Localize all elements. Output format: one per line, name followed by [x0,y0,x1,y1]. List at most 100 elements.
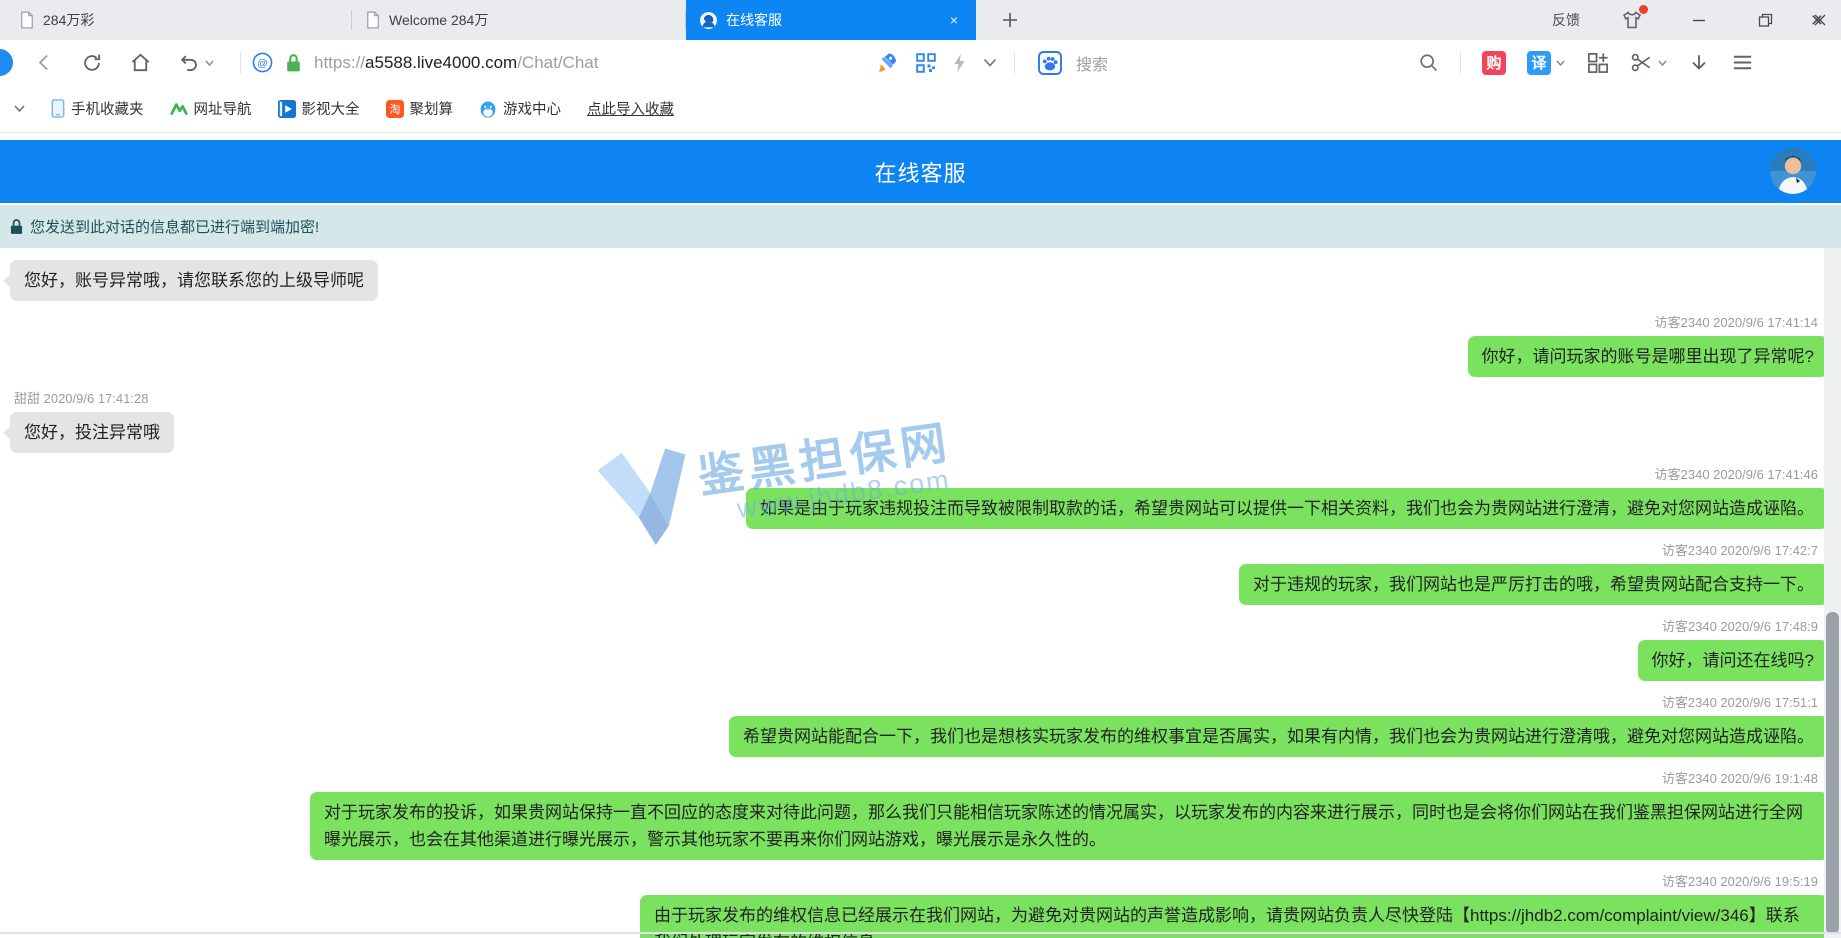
qr-code-icon[interactable] [916,53,936,73]
url-text[interactable]: https://a5588.live4000.com/Chat/Chat [314,53,598,73]
chevron-down-icon [1556,60,1565,66]
chat-bubble: 您好，投注异常哦 [10,412,174,453]
undo-button[interactable] [178,52,214,74]
home-button[interactable] [129,51,152,74]
input-area-divider [0,932,1841,934]
rocket-boost-icon[interactable] [876,51,899,74]
chat-bubble: 希望贵网站能配合一下，我们也是想核实玩家发布的维权事宜是否属实，如果有内情，我们… [729,716,1828,757]
shopping-button[interactable]: 购 [1482,51,1506,75]
refresh-button[interactable] [81,52,103,74]
address-action-group [876,40,1015,85]
download-icon[interactable] [1688,52,1710,74]
scrollbar-thumb[interactable] [1826,612,1839,934]
message-timestamp: 访客2340 2020/9/6 17:41:14 [10,315,1828,331]
extensions-icon[interactable] [1586,51,1609,74]
taobao-icon: 淘 [386,100,404,118]
encryption-notice-bar: 您发送到此对话的信息都已进行端到端加密! [0,205,1841,248]
back-button[interactable] [34,52,55,73]
game-icon [479,100,497,118]
message-timestamp: 访客2340 2020/9/6 17:48:9 [10,619,1828,635]
chat-message-row: 访客2340 2020/9/6 19:5:19由于玩家发布的维权信息已经展示在我… [10,874,1828,938]
message-timestamp: 甜甜 2020/9/6 17:41:28 [10,391,1828,407]
tab-label: 284万彩 [43,10,94,30]
chat-message-row: 访客2340 2020/9/6 17:41:14 你好，请问玩家的账号是哪里出现了… [10,315,1828,377]
tab-bar: 284万彩 Welcome 284万 在线客服 × 反馈 [0,0,1841,40]
encryption-notice-text: 您发送到此对话的信息都已进行端到端加密! [30,216,319,237]
secure-lock-icon[interactable] [285,52,302,73]
nav-2345-icon [170,100,188,118]
service-agent-avatar [1770,148,1816,194]
baidu-paw-icon [1038,51,1062,75]
chat-bubble: 对于违规的玩家，我们网站也是严厉打击的哦，希望贵网站配合支持一下。 [1239,564,1828,605]
chat-message-area: 您好，账号异常哦，请您联系您的上级导师呢访客2340 2020/9/6 17:4… [0,248,1841,938]
flash-speed-icon[interactable] [953,53,966,73]
bookmark-label: 点此导入收藏 [587,98,674,119]
bookmarks-chevron-icon[interactable] [14,105,25,112]
bookmark-label: 聚划算 [410,98,454,119]
bookmark-item[interactable]: 淘聚划算 [386,98,454,119]
translate-button[interactable]: 译 [1527,51,1565,75]
toolbar-divider [1014,52,1015,74]
chat-bubble: 对于玩家发布的投诉，如果贵网站保持一直不回应的态度来对待此问题，那么我们只能相信… [310,792,1828,860]
chat-message-row: 访客2340 2020/9/6 19:1:48 对于玩家发布的投诉，如果贵网站保持… [10,771,1828,860]
chat-message-row: 访客2340 2020/9/6 17:41:46 如果是由于玩家违规投注而导致被限… [10,467,1828,529]
svg-text:淘: 淘 [389,103,400,116]
tab-close-icon[interactable]: × [946,11,962,29]
svg-text:@: @ [257,57,268,69]
page-favicon-icon [366,11,380,29]
site-shield-icon[interactable]: @ [252,52,273,73]
bookmark-item[interactable]: 手机收藏夹 [51,98,144,119]
screenshot-scissors-button[interactable] [1630,51,1667,74]
message-timestamp: 访客2340 2020/9/6 17:51:1 [10,695,1828,711]
tab-welcome[interactable]: Welcome 284万 [352,0,684,40]
message-timestamp: 访客2340 2020/9/6 17:42:7 [10,543,1828,559]
tab-online-service-active[interactable]: 在线客服 × [686,0,976,40]
search-icon[interactable] [1418,52,1439,73]
address-bar[interactable]: @ https://a5588.live4000.com/Chat/Chat [252,40,598,85]
menu-icon[interactable] [1731,51,1754,74]
feedback-button[interactable]: 反馈 [1552,0,1580,40]
notice-close-icon[interactable]: × [1807,8,1827,34]
minimize-button[interactable] [1674,0,1724,40]
scrollbar-track[interactable] [1824,248,1841,938]
chat-bubble: 您好，账号异常哦，请您联系您的上级导师呢 [10,260,378,301]
message-timestamp: 访客2340 2020/9/6 19:5:19 [10,874,1828,890]
message-timestamp: 访客2340 2020/9/6 17:41:46 [10,467,1828,483]
chevron-down-icon[interactable] [983,58,997,67]
tab-label: 在线客服 [726,10,782,30]
video-icon [278,100,296,118]
chevron-down-icon [205,60,214,66]
chat-bubble: 如果是由于玩家违规投注而导致被限制取款的话，希望贵网站可以提供一下相关资料，我们… [746,488,1828,529]
chat-bubble: 你好，请问玩家的账号是哪里出现了异常呢? [1468,336,1828,377]
translate-badge: 译 [1527,51,1551,75]
new-tab-button[interactable] [996,6,1024,34]
bookmark-label: 影视大全 [302,98,360,119]
notification-dot [1639,5,1648,14]
bookmark-item[interactable]: 影视大全 [278,98,360,119]
bookmark-label: 网址导航 [194,98,252,119]
restore-button[interactable] [1740,0,1790,40]
bookmark-label: 手机收藏夹 [71,98,144,119]
skin-theme-button[interactable] [1620,8,1646,34]
bookmark-item[interactable]: 点此导入收藏 [587,98,674,119]
bookmark-item[interactable]: 网址导航 [170,98,252,119]
nav-button-group [34,40,241,85]
chevron-down-icon [1658,60,1667,66]
search-input[interactable]: 搜索 [1076,51,1108,75]
url-scheme: https:// [314,53,365,72]
message-timestamp: 访客2340 2020/9/6 19:1:48 [10,771,1828,787]
bookmark-label: 游戏中心 [503,98,561,119]
page-title: 在线客服 [874,156,966,188]
lock-icon [10,218,23,235]
search-box[interactable]: 搜索 [1038,40,1108,85]
chat-message-row: 您好，账号异常哦，请您联系您的上级导师呢 [10,260,1828,301]
chat-message-row: 甜甜 2020/9/6 17:41:28 您好，投注异常哦 [10,391,1828,453]
browser-window: 284万彩 Welcome 284万 在线客服 × 反馈 [0,0,1841,938]
chat-message-row: 访客2340 2020/9/6 17:51:1 希望贵网站能配合一下，我们也是想核… [10,695,1828,757]
toolbar-divider [240,52,241,74]
chat-bubble: 你好，请问还在线吗? [1638,640,1828,681]
chat-message-row: 访客2340 2020/9/6 17:42:7 对于违规的玩家，我们网站也是严厉打… [10,543,1828,605]
tab-284wancai[interactable]: 284万彩 [6,0,350,40]
headset-favicon-icon [700,12,717,29]
bookmark-item[interactable]: 游戏中心 [479,98,561,119]
